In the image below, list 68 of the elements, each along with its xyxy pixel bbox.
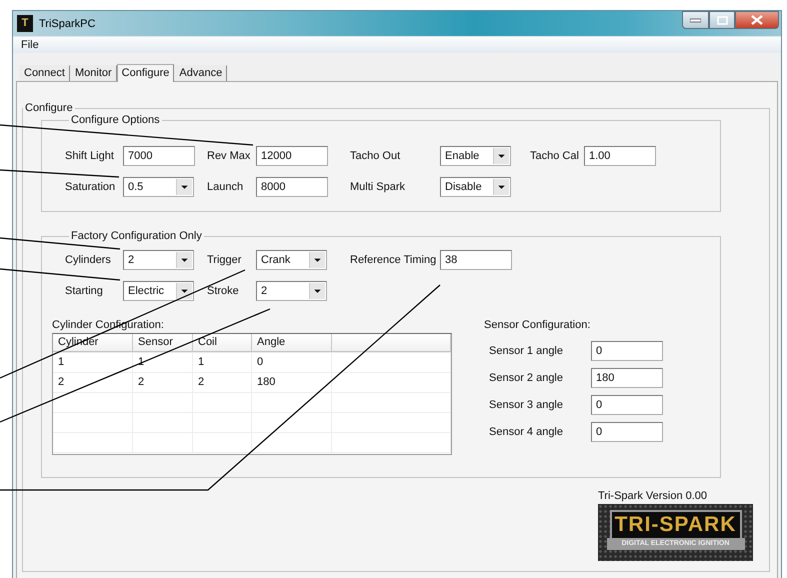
field-label: Multi Spark <box>350 181 406 193</box>
field-label: Trigger <box>207 254 242 266</box>
dropdown[interactable]: 2 <box>123 250 194 270</box>
version-label: Tri-Spark Version 0.00 <box>598 490 708 502</box>
field-label: Tacho Out <box>350 150 402 162</box>
tab[interactable]: Monitor <box>70 65 117 81</box>
input-field[interactable]: 38 <box>440 250 512 270</box>
tab[interactable]: Connect <box>19 65 70 81</box>
maximize-button[interactable] <box>709 11 735 29</box>
field-label: Tacho Cal <box>530 150 580 162</box>
field-label: Saturation <box>65 181 116 193</box>
minimize-icon <box>690 18 701 22</box>
table-cell: 180 <box>252 373 332 392</box>
caret-icon <box>493 148 509 164</box>
close-button[interactable] <box>735 11 779 29</box>
caret-icon <box>493 179 509 195</box>
group-title: Configure Options <box>70 114 161 126</box>
caret-icon <box>309 252 325 268</box>
field-label: Sensor 1 angle <box>489 345 564 357</box>
column-header[interactable]: Angle <box>252 334 332 352</box>
group-title: Factory Configuration Only <box>70 230 203 242</box>
minimize-button[interactable] <box>682 11 709 29</box>
close-icon <box>751 15 763 25</box>
dropdown[interactable]: Electric <box>123 281 194 301</box>
section-title: Sensor Configuration: <box>484 319 592 333</box>
input-field[interactable]: 0 <box>591 395 663 415</box>
table-cell: 1 <box>193 353 252 372</box>
dropdown[interactable]: Crank <box>256 250 327 270</box>
window-title: TriSparkPC <box>39 18 96 30</box>
field-label: Rev Max <box>207 150 252 162</box>
column-header[interactable]: Sensor <box>133 334 193 352</box>
tab[interactable]: Configure <box>116 64 174 82</box>
caret-icon <box>309 283 325 299</box>
field-label: Reference Timing <box>350 254 438 266</box>
input-field[interactable]: 0 <box>591 341 663 361</box>
dropdown[interactable]: Enable <box>440 146 511 166</box>
table-cell: 0 <box>252 353 332 372</box>
input-field[interactable]: 1.00 <box>584 146 656 166</box>
input-field[interactable]: 7000 <box>123 146 195 166</box>
table-cell: 2 <box>53 373 133 392</box>
table-cell: 1 <box>53 353 133 372</box>
field-label: Starting <box>65 285 104 297</box>
dropdown[interactable]: 2 <box>256 281 327 301</box>
input-field[interactable]: 12000 <box>256 146 328 166</box>
caret-icon <box>176 252 192 268</box>
field-label: Cylinders <box>65 254 112 266</box>
field-label: Shift Light <box>65 150 115 162</box>
dropdown[interactable]: 0.5 <box>123 177 194 197</box>
table-cell: 2 <box>193 373 252 392</box>
menu-item[interactable]: File <box>19 39 41 51</box>
dropdown[interactable]: Disable <box>440 177 511 197</box>
caret-icon <box>176 283 192 299</box>
field-label: Sensor 4 angle <box>489 426 564 438</box>
app-icon: T <box>17 15 33 32</box>
column-header[interactable]: Coil <box>193 334 252 352</box>
table-cell: 2 <box>133 373 193 392</box>
field-label: Stroke <box>207 285 240 297</box>
group-title: Configure <box>24 102 74 114</box>
field-label: Sensor 2 angle <box>489 372 564 384</box>
input-field[interactable]: 180 <box>591 368 663 388</box>
input-field[interactable]: 0 <box>591 422 663 442</box>
field-label: Sensor 3 angle <box>489 399 564 411</box>
input-field[interactable]: 8000 <box>256 177 328 197</box>
field-label: Launch <box>207 181 244 193</box>
logo-title: TRI-SPARK <box>610 510 742 538</box>
tab[interactable]: Advance <box>174 65 228 81</box>
caret-icon <box>176 179 192 195</box>
maximize-icon <box>716 16 728 24</box>
